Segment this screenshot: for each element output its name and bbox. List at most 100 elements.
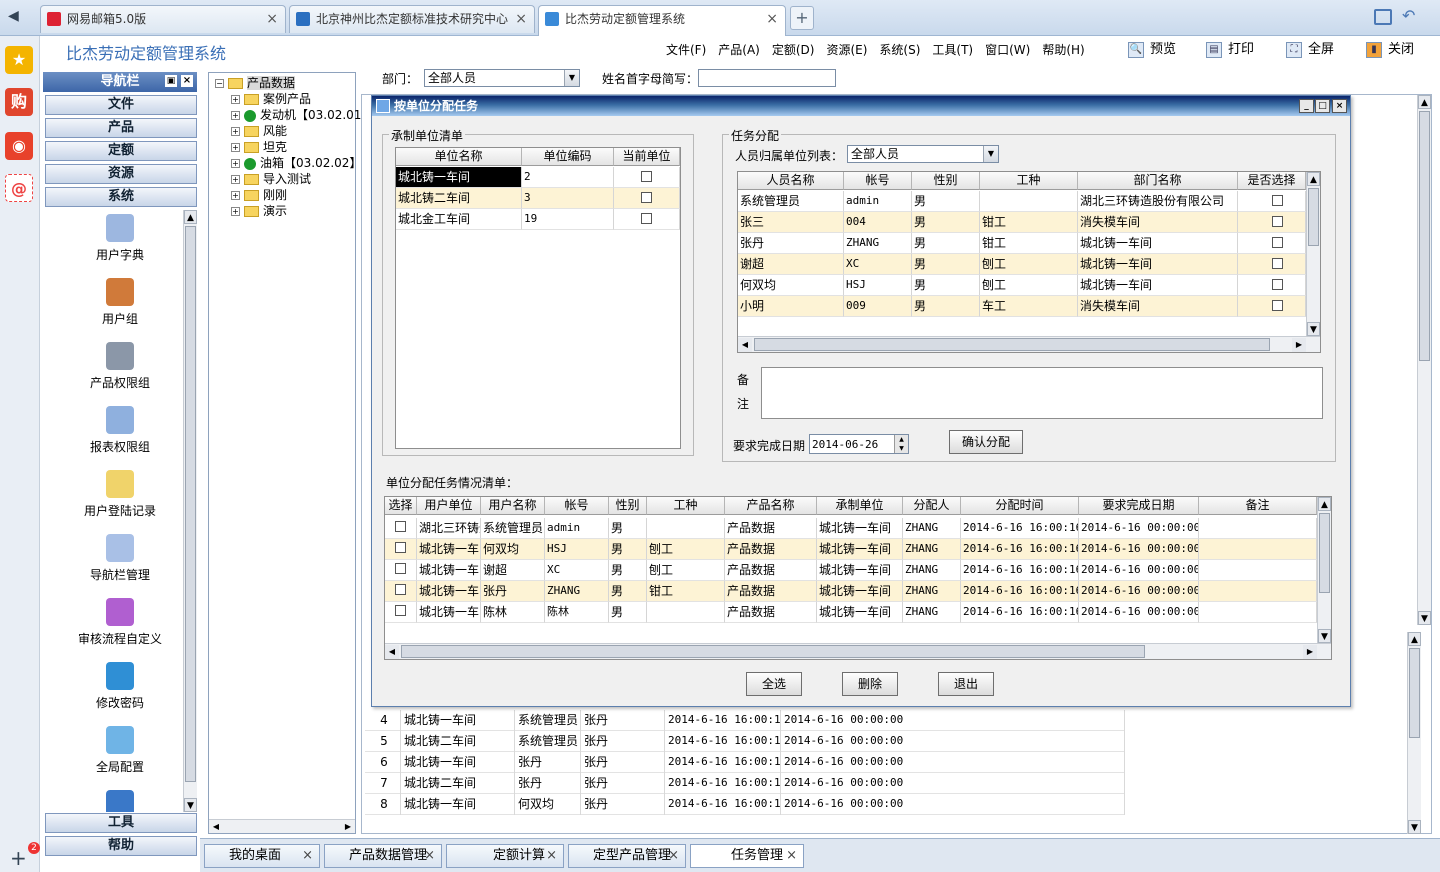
select-all-button[interactable]: 全选 [746, 672, 802, 696]
nav-item-user-dict[interactable]: 用户字典 [45, 214, 183, 263]
scroll-right-icon[interactable]: ▶ [1292, 338, 1306, 352]
nav-item-workflow[interactable]: 审核流程自定义 [45, 598, 183, 647]
table-row[interactable]: 7 城北铸二车间 张丹 张丹 2014-6-16 16:00:16 2014-6-16 0… [365, 773, 1125, 794]
close-button[interactable]: ▮ 关闭 [1364, 40, 1414, 62]
tree-node[interactable]: + 演示 [231, 203, 287, 219]
scroll-down-icon[interactable]: ▼ [1318, 629, 1331, 643]
row-select-cell[interactable] [385, 539, 417, 560]
person-name-cell[interactable]: 张三 [738, 212, 844, 233]
checkbox[interactable] [395, 542, 406, 553]
tab-product-data[interactable]: 产品数据管理 × [324, 844, 442, 868]
scroll-left-icon[interactable]: ◀ [738, 338, 752, 352]
mail-at-icon[interactable]: @ [5, 174, 33, 202]
fullscreen-button[interactable]: ⛶ 全屏 [1284, 40, 1334, 62]
close-tab-icon[interactable]: × [546, 845, 557, 867]
scroll-thumb[interactable] [185, 226, 196, 782]
checkbox[interactable] [641, 171, 652, 182]
exit-button[interactable]: 退出 [938, 672, 994, 696]
expand-icon[interactable]: + [231, 95, 240, 104]
scroll-up-icon[interactable]: ▲ [1307, 172, 1320, 186]
nav-section-quota[interactable]: 定额 [45, 141, 197, 161]
scroll-thumb[interactable] [754, 338, 1270, 351]
tree-root[interactable]: − 产品数据 [215, 75, 296, 91]
expand-icon[interactable]: + [231, 191, 240, 200]
checkbox[interactable] [1272, 237, 1283, 248]
current-unit-cell[interactable] [614, 209, 680, 230]
new-tab-button[interactable]: + [790, 6, 814, 30]
nav-item-report-perm[interactable]: 报表权限组 [45, 406, 183, 455]
dept-select[interactable]: 全部人员 ▼ [424, 69, 580, 87]
checkbox[interactable] [1272, 279, 1283, 290]
back-icon[interactable]: ◀ [8, 8, 30, 28]
checkbox[interactable] [1272, 258, 1283, 269]
scroll-down-icon[interactable]: ▼ [1307, 322, 1320, 336]
menu-resource[interactable]: 资源(E) [820, 40, 873, 62]
checkbox[interactable] [395, 605, 406, 616]
tree-node[interactable]: + 导入测试 [231, 171, 311, 187]
checkbox[interactable] [1272, 300, 1283, 311]
nav-item-more[interactable] [45, 790, 183, 812]
tab-quota-calc[interactable]: 定额计算 × [446, 844, 564, 868]
current-unit-cell[interactable] [614, 167, 680, 188]
tab-fixed-product[interactable]: 定型产品管理 × [568, 844, 686, 868]
person-name-cell[interactable]: 何双均 [738, 275, 844, 296]
person-select-cell[interactable] [1238, 191, 1306, 212]
nav-section-product[interactable]: 产品 [45, 118, 197, 138]
spin-up-icon[interactable]: ▲ [894, 435, 908, 444]
checkbox[interactable] [395, 563, 406, 574]
scroll-left-icon[interactable]: ◀ [209, 820, 223, 833]
unit-name-cell[interactable]: 城北铸二车间 [396, 188, 522, 209]
tree-node[interactable]: + 风能 [231, 123, 287, 139]
close-panel-icon[interactable]: × [181, 75, 193, 87]
scroll-thumb[interactable] [1308, 188, 1319, 246]
expand-icon[interactable]: + [231, 207, 240, 216]
minimize-icon[interactable]: _ [1299, 99, 1314, 113]
menu-help[interactable]: 帮助(H) [1036, 40, 1090, 62]
dept-list-select[interactable]: 全部人员 ▼ [847, 145, 999, 163]
nav-item-user-group[interactable]: 用户组 [45, 278, 183, 327]
preview-button[interactable]: 🔍 预览 [1126, 40, 1176, 62]
nav-section-tools[interactable]: 工具 [45, 813, 197, 833]
tab-desktop[interactable]: 我的桌面 × [204, 844, 320, 868]
favorite-star-icon[interactable]: ★ [5, 46, 33, 74]
row-select-cell[interactable] [385, 518, 417, 539]
main-bottom-scrollbar[interactable]: ▲ ▼ [1407, 632, 1421, 834]
delete-button[interactable]: 删除 [842, 672, 898, 696]
expand-icon[interactable]: + [231, 175, 240, 184]
scroll-thumb[interactable] [1419, 111, 1430, 361]
expand-icon[interactable]: + [231, 127, 240, 136]
nav-section-file[interactable]: 文件 [45, 95, 197, 115]
nav-item-nav-manage[interactable]: 导航栏管理 [45, 534, 183, 583]
menu-product[interactable]: 产品(A) [712, 40, 766, 62]
close-tab-icon[interactable]: × [766, 6, 778, 32]
row-select-cell[interactable] [385, 560, 417, 581]
scroll-up-icon[interactable]: ▲ [1408, 632, 1421, 646]
close-tab-icon[interactable]: × [515, 6, 527, 32]
tree-node[interactable]: + 案例产品 [231, 91, 311, 107]
spin-down-icon[interactable]: ▼ [894, 444, 908, 453]
nav-section-system[interactable]: 系统 [45, 187, 197, 207]
scroll-up-icon[interactable]: ▲ [1418, 95, 1431, 109]
main-top-scrollbar[interactable]: ▲ ▼ [1417, 95, 1431, 625]
unit-name-cell[interactable]: 城北铸一车间 [396, 167, 522, 188]
close-tab-icon[interactable]: × [786, 845, 797, 867]
unit-name-cell[interactable]: 城北金工车间 [396, 209, 522, 230]
shopping-icon[interactable]: 购 [5, 88, 33, 116]
row-select-cell[interactable] [385, 581, 417, 602]
scroll-down-icon[interactable]: ▼ [184, 798, 197, 812]
tree-node[interactable]: + 油箱【03.02.02】 [231, 155, 361, 171]
scroll-thumb[interactable] [401, 645, 1145, 658]
checkbox[interactable] [641, 192, 652, 203]
scroll-thumb[interactable] [1409, 648, 1420, 738]
row-select-cell[interactable] [385, 602, 417, 623]
print-button[interactable]: ▤ 打印 [1204, 40, 1254, 62]
tree-hscrollbar[interactable]: ◀ ▶ [209, 819, 355, 833]
scroll-up-icon[interactable]: ▲ [184, 210, 197, 224]
close-tab-icon[interactable]: × [266, 6, 278, 32]
weibo-icon[interactable]: ◉ [5, 132, 33, 160]
nav-section-resource[interactable]: 资源 [45, 164, 197, 184]
person-select-cell[interactable] [1238, 254, 1306, 275]
close-tab-icon[interactable]: × [424, 845, 435, 867]
person-name-cell[interactable]: 小明 [738, 296, 844, 317]
menu-quota[interactable]: 定额(D) [766, 40, 821, 62]
